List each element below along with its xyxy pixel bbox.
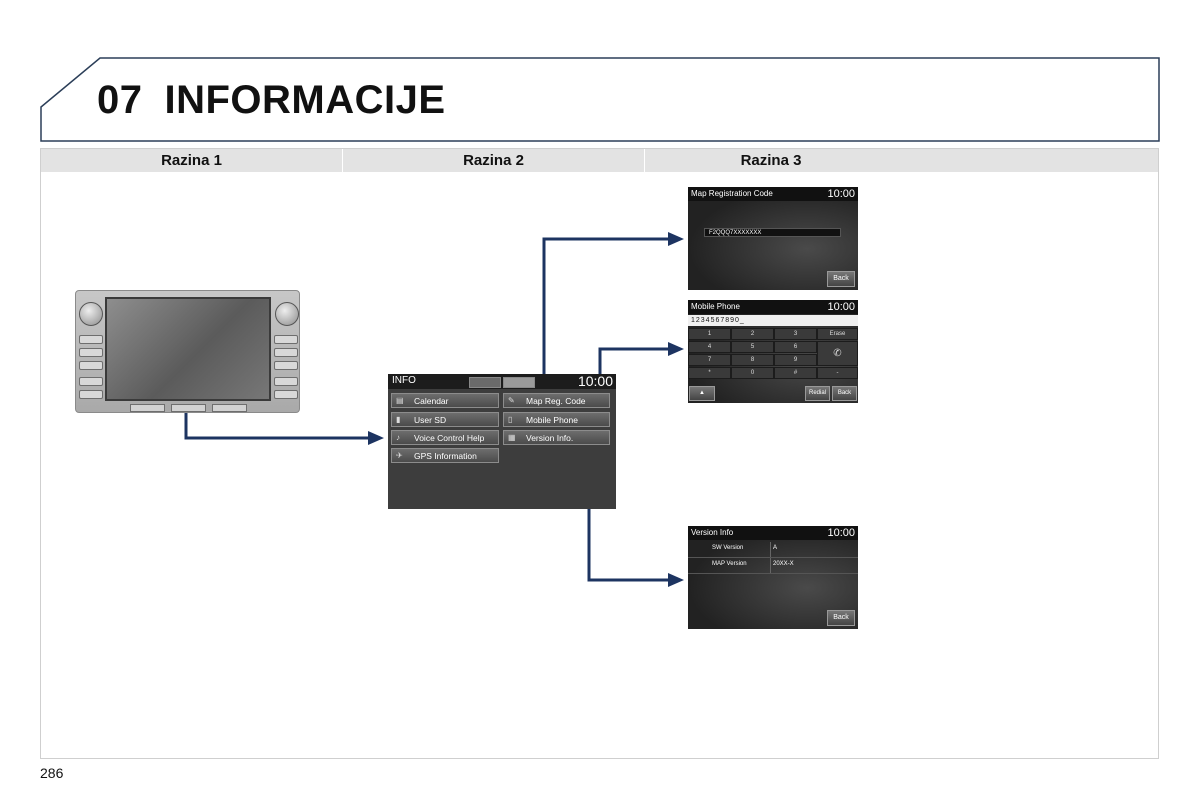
info-screen: INFO 10:00 ▤ Calendar ▮ User SD ♪ Voice Con…: [388, 373, 616, 509]
keypad-key[interactable]: 6: [774, 341, 817, 353]
satellite-icon: ✈: [396, 451, 403, 460]
volume-knob[interactable]: [79, 302, 103, 326]
menu-version-info-button[interactable]: ▦ Version Info.: [503, 430, 610, 445]
device-screen: [105, 297, 271, 401]
head-unit-device: [75, 290, 300, 413]
erase-button[interactable]: Erase: [817, 328, 858, 340]
sw-version-label: SW Version: [712, 545, 744, 551]
arrow-up-icon: ▲: [699, 390, 705, 396]
minus-icon: -: [836, 370, 839, 376]
arrowhead: [368, 431, 384, 445]
version-clock: 10:00: [827, 527, 855, 539]
keypad-key[interactable]: 0: [731, 367, 774, 379]
map-version-value: 20XX-X: [773, 561, 794, 567]
map-button[interactable]: [274, 335, 298, 344]
keypad-key[interactable]: 9: [774, 354, 817, 366]
back-button[interactable]: Back: [827, 610, 855, 626]
seek-down-button[interactable]: [79, 361, 103, 370]
keypad-key[interactable]: 5: [731, 341, 774, 353]
map-reg-screen: Map Registration Code 10:00 F2QQQ7XXXXXX…: [688, 187, 858, 290]
tune-knob[interactable]: [275, 302, 299, 326]
bottom-button[interactable]: [212, 404, 247, 412]
mobile-clock: 10:00: [827, 301, 855, 313]
audio-button[interactable]: [79, 335, 103, 344]
info-button[interactable]: [274, 390, 298, 399]
info-icon: ▦: [508, 433, 516, 442]
keypad-key[interactable]: 8: [731, 354, 774, 366]
keypad-key[interactable]: 7: [688, 354, 731, 366]
arrow-info-to-version: [587, 509, 670, 582]
map-reg-clock: 10:00: [827, 188, 855, 200]
arrow-info-to-map-reg: [542, 237, 670, 374]
phone-handset-icon: ✆: [833, 348, 842, 359]
keypad-key[interactable]: *: [688, 367, 731, 379]
back-button[interactable]: Back: [827, 271, 855, 287]
info-tab-active[interactable]: [503, 377, 535, 388]
voice-icon: ♪: [396, 433, 400, 442]
phone-number-field[interactable]: 1234567890_: [688, 315, 858, 326]
arrowhead: [668, 573, 684, 587]
mode-button[interactable]: [79, 377, 103, 386]
menu-user-sd-button[interactable]: ▮ User SD: [391, 412, 499, 427]
redial-button[interactable]: Redial: [805, 386, 830, 401]
menu-mobile-phone-button[interactable]: ▯ Mobile Phone: [503, 412, 610, 427]
menu-map-reg-button[interactable]: ✎ Map Reg. Code: [503, 393, 610, 408]
arrowhead: [668, 232, 684, 246]
menu-voice-help-button[interactable]: ♪ Voice Control Help: [391, 430, 499, 445]
back-button[interactable]: Back: [832, 386, 857, 401]
bottom-button[interactable]: [171, 404, 206, 412]
arrow-device-to-info: [184, 410, 370, 440]
page-number: 286: [40, 765, 64, 781]
info-title: INFO: [392, 375, 416, 386]
info-clock: 10:00: [577, 373, 613, 389]
divider: [770, 542, 771, 557]
keypad-key[interactable]: 4: [688, 341, 731, 353]
version-info-screen: Version Info 10:00 SW Version A MAP Vers…: [688, 526, 858, 629]
bottom-button[interactable]: [130, 404, 165, 412]
sw-version-row: SW Version A: [688, 542, 858, 558]
call-button[interactable]: ✆: [817, 341, 858, 366]
keypad-key[interactable]: 2: [731, 328, 774, 340]
keypad-key[interactable]: 3: [774, 328, 817, 340]
open-button[interactable]: [79, 390, 103, 399]
map-icon: ✎: [508, 396, 515, 405]
sw-version-value: A: [773, 545, 778, 551]
phone-icon: ▯: [508, 415, 513, 424]
keypad-key[interactable]: 1: [688, 328, 731, 340]
seek-up-button[interactable]: [79, 348, 103, 357]
mobile-phone-screen: Mobile Phone 10:00 1234567890_ 1 2 3 4 5…: [688, 300, 858, 403]
arrow-info-to-mobile: [598, 347, 670, 374]
scroll-up-button[interactable]: ▲: [689, 386, 715, 401]
calendar-icon: ▤: [396, 396, 404, 405]
keypad-key[interactable]: #: [774, 367, 817, 379]
arrowhead: [668, 342, 684, 356]
menu-gps-button[interactable]: ✈ GPS Information: [391, 448, 499, 463]
zoom-out-button[interactable]: [274, 348, 298, 357]
minus-button[interactable]: -: [817, 367, 858, 379]
divider: [770, 558, 771, 573]
map-version-row: MAP Version 20XX-X: [688, 558, 858, 574]
info-tab[interactable]: [469, 377, 501, 388]
map-version-label: MAP Version: [712, 561, 747, 567]
dest-button[interactable]: [274, 377, 298, 386]
map-reg-code-field: F2QQQ7XXXXXXX: [704, 228, 841, 237]
sd-card-icon: ▮: [396, 415, 401, 424]
menu-calendar-button[interactable]: ▤ Calendar: [391, 393, 499, 408]
zoom-in-button[interactable]: [274, 361, 298, 370]
